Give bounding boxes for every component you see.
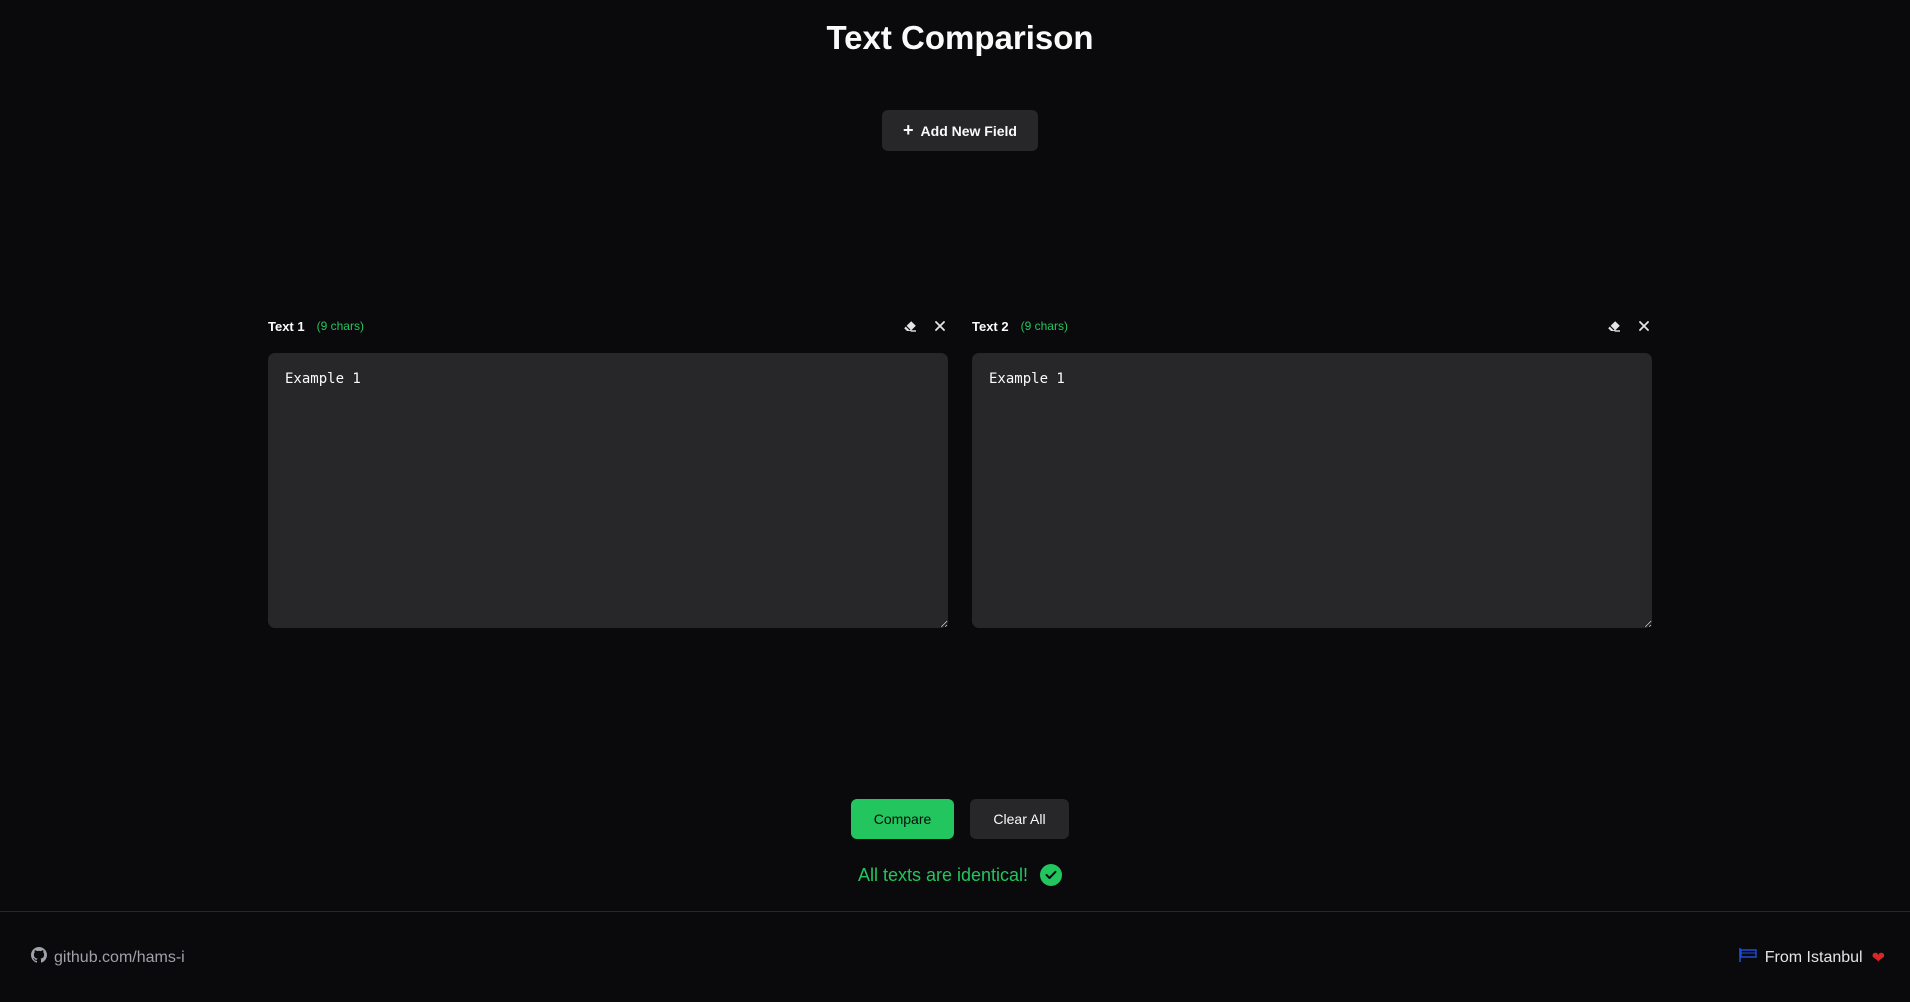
text-field-2: Text 2 (9 chars) Example 1 [972,315,1652,628]
close-icon[interactable] [932,318,948,334]
check-circle-icon [1040,864,1063,886]
page-title: Text Comparison [826,19,1094,56]
github-link-text: github.com/hams-i [54,948,185,966]
flag-icon [1738,947,1758,968]
eraser-icon[interactable] [1606,318,1622,334]
text-field-1: Text 1 (9 chars) Example 1 [268,315,948,628]
github-link[interactable]: github.com/hams-i [31,947,185,968]
clear-all-button[interactable]: Clear All [970,799,1069,839]
result-text: All texts are identical! [857,864,1029,885]
text-input-2[interactable]: Example 1 [972,353,1652,628]
page: Text Comparison + Add New Field Text 1 (… [0,0,1910,1002]
close-icon[interactable] [1636,318,1652,334]
field-label: Text 1 [268,318,305,334]
heart-icon: ❤ [1871,949,1885,967]
footer-location: From Istanbul ❤ [1738,947,1885,968]
add-new-field-label: Add New Field [920,122,1017,139]
text-input-1[interactable]: Example 1 [268,353,948,628]
result-message: All texts are identical! [0,864,1910,886]
github-icon [31,947,47,968]
field-label: Text 2 [972,318,1009,334]
add-new-field-button[interactable]: + Add New Field [882,110,1038,151]
field-header: Text 1 (9 chars) [268,315,948,337]
eraser-icon[interactable] [902,318,918,334]
field-header: Text 2 (9 chars) [972,315,1652,337]
compare-button[interactable]: Compare [851,799,954,839]
char-count: (9 chars) [1020,319,1068,333]
location-text: From Istanbul [1764,948,1863,966]
footer-divider [0,911,1910,912]
field-actions [1606,315,1652,337]
plus-icon: + [903,119,914,140]
char-count: (9 chars) [316,319,364,333]
field-actions [902,315,948,337]
